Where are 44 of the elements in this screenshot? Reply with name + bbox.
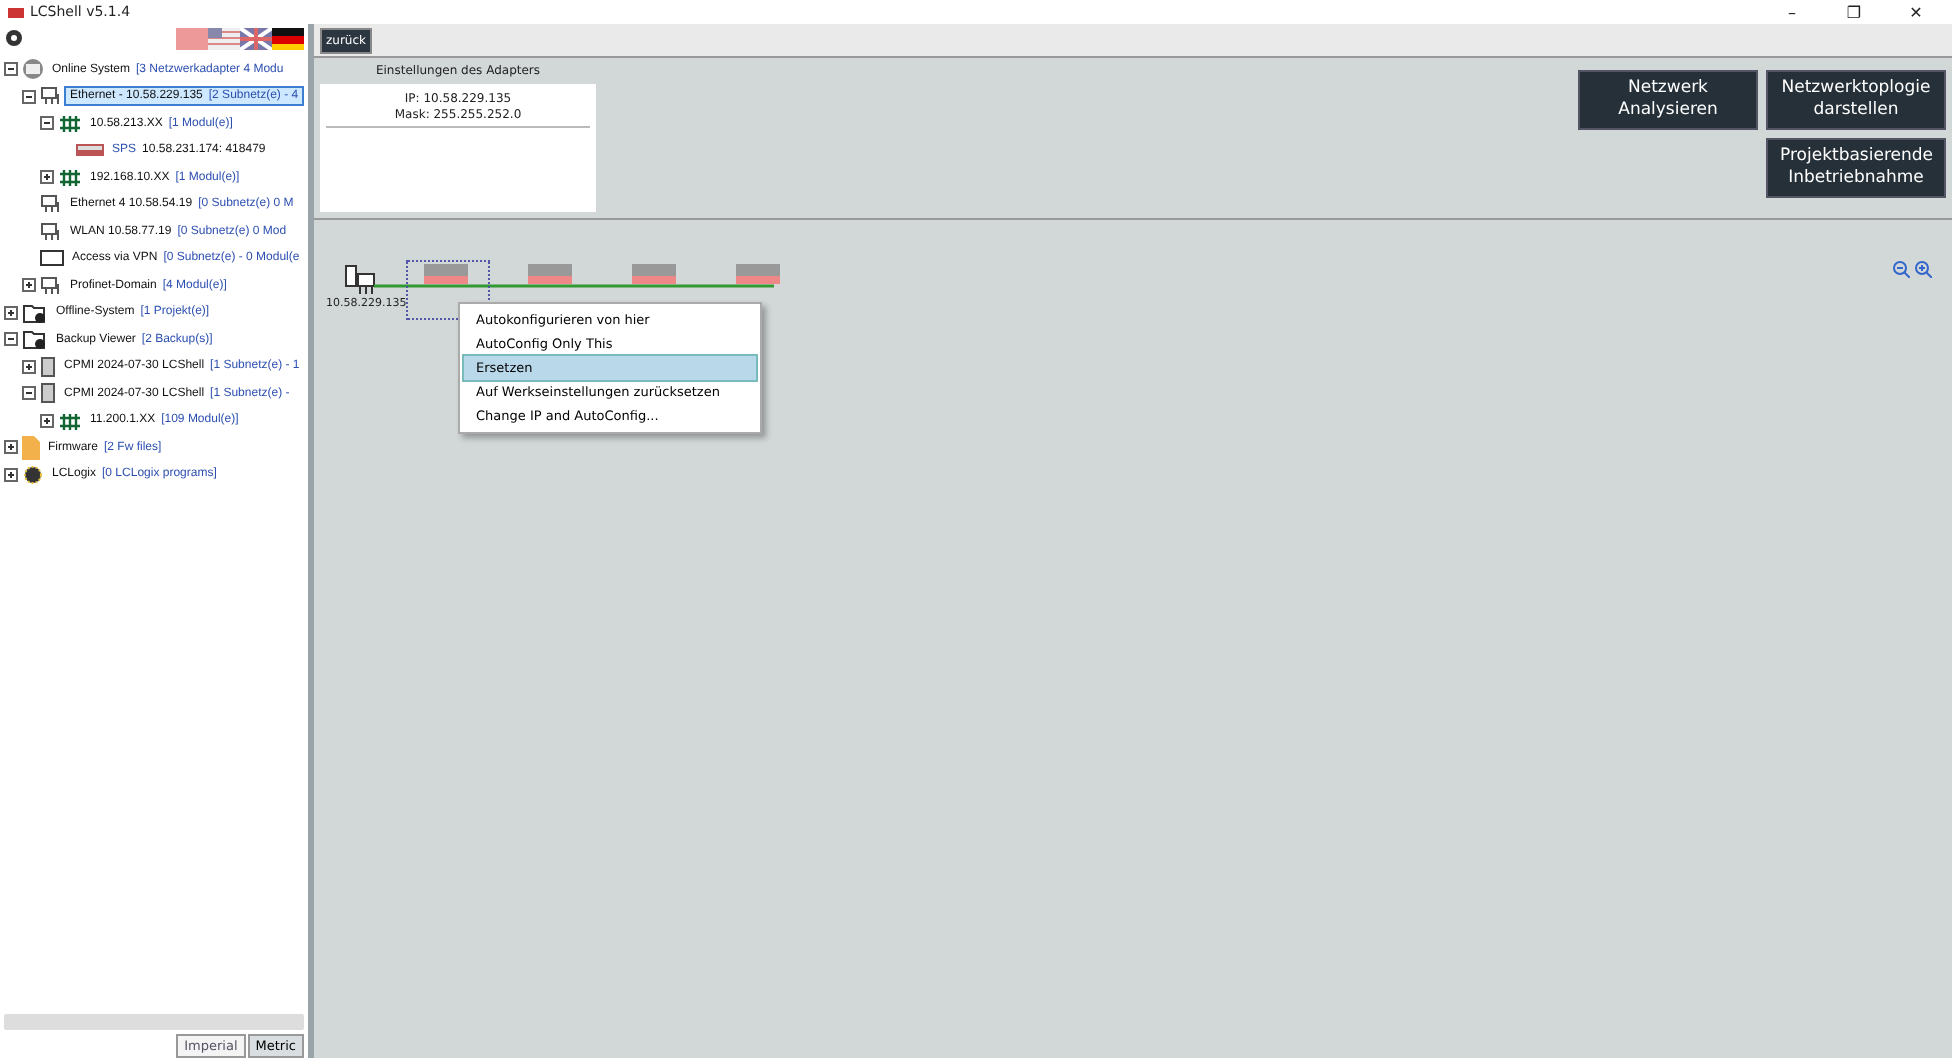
adapter-icon xyxy=(40,221,62,242)
expand-icon[interactable] xyxy=(4,440,18,455)
expand-icon[interactable] xyxy=(22,359,36,374)
expand-icon[interactable] xyxy=(40,413,54,428)
module-icon[interactable] xyxy=(736,264,780,288)
gear-icon xyxy=(22,463,44,486)
action-button[interactable]: Projektbasierende Inbetriebnahme xyxy=(1766,138,1946,198)
collapse-icon[interactable] xyxy=(4,62,18,77)
zoom-in-icon[interactable] xyxy=(1914,260,1932,278)
computer-icon xyxy=(344,264,376,296)
network-icon xyxy=(22,58,44,81)
switch-icon xyxy=(58,168,82,187)
collapse-icon[interactable] xyxy=(22,386,36,401)
window-control[interactable]: ❐ xyxy=(1826,3,1882,21)
usa-flag-icon[interactable] xyxy=(208,27,240,49)
action-button[interactable]: Netzwerktoplogie darstellen xyxy=(1766,70,1946,130)
folder-gear-icon xyxy=(22,301,48,324)
collapse-icon[interactable] xyxy=(40,116,54,131)
action-button[interactable]: Netzwerk Analysieren xyxy=(1578,70,1758,130)
expand-icon[interactable] xyxy=(4,467,18,482)
expand-icon[interactable] xyxy=(4,305,18,320)
app-logo-icon xyxy=(8,7,24,17)
window-control[interactable]: – xyxy=(1764,3,1820,21)
expand-icon[interactable] xyxy=(22,278,36,293)
collapse-icon[interactable] xyxy=(4,332,18,347)
switch-icon xyxy=(58,411,82,430)
switch-icon xyxy=(58,114,82,133)
settings-icon[interactable] xyxy=(4,28,24,48)
plc-icon xyxy=(76,144,104,157)
folder-gear-icon xyxy=(22,328,48,351)
window-control[interactable]: ✕ xyxy=(1888,3,1944,21)
file-icon xyxy=(22,435,40,460)
uk-flag-icon[interactable] xyxy=(240,27,272,49)
adapter-icon xyxy=(40,194,62,215)
vpn-icon xyxy=(40,250,64,267)
adapter-icon xyxy=(40,86,62,107)
server-icon xyxy=(40,355,56,378)
germany-flag-icon[interactable] xyxy=(272,27,304,49)
collapse-icon[interactable] xyxy=(22,89,36,104)
zoom-out-icon[interactable] xyxy=(1892,260,1910,278)
expand-icon[interactable] xyxy=(40,170,54,185)
adapter-icon xyxy=(40,275,62,296)
horizontal-scrollbar[interactable] xyxy=(4,1014,304,1030)
server-icon xyxy=(40,382,56,405)
